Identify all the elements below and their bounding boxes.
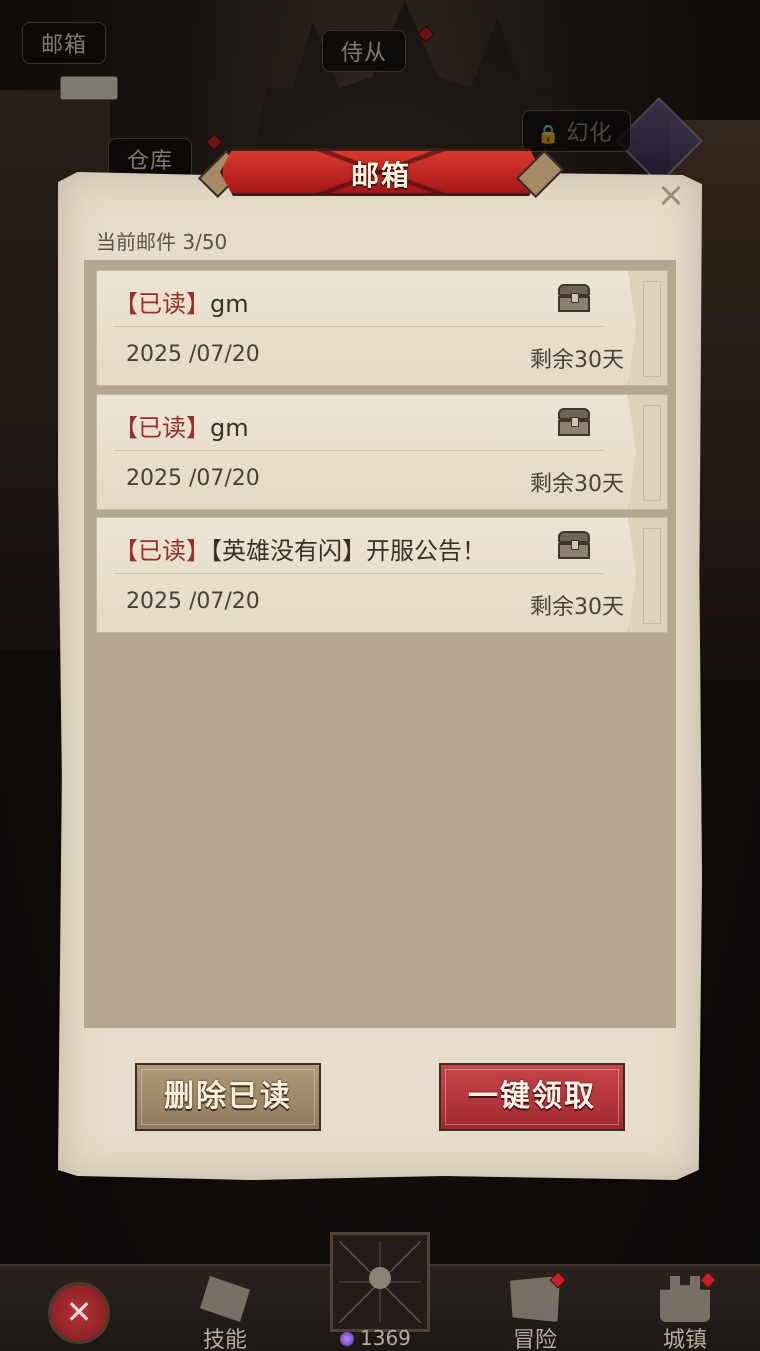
treasure-chest-icon	[558, 408, 590, 436]
read-status-tag: 【已读】	[114, 290, 210, 318]
mail-subject: 【已读】【英雄没有闪】开服公告！	[114, 531, 486, 566]
gem-counter: 1369	[340, 1326, 411, 1350]
delete-read-button[interactable]: 删除已读	[135, 1063, 321, 1131]
nav-skill-label: 技能	[202, 1328, 247, 1351]
mail-remaining-days: 剩余30天	[530, 472, 624, 497]
gem-icon	[340, 1332, 354, 1346]
mail-date: 2025 /07/20	[126, 342, 260, 367]
mail-item[interactable]: 【已读】gm 2025 /07/20 剩余30天	[96, 270, 668, 386]
mail-item[interactable]: 【已读】gm 2025 /07/20 剩余30天	[96, 394, 668, 510]
treasure-chest-icon	[558, 531, 590, 559]
close-button[interactable]: ×	[656, 178, 686, 212]
mail-remaining-days: 剩余30天	[530, 348, 624, 373]
read-status-tag: 【已读】	[114, 414, 210, 442]
nav-skill[interactable]: 技能	[170, 1266, 280, 1351]
nav-adventure[interactable]: 冒险	[480, 1266, 590, 1351]
nav-town[interactable]: 城镇	[630, 1266, 740, 1351]
mail-remaining-days: 剩余30天	[530, 595, 624, 620]
mail-divider	[114, 450, 604, 451]
center-skill-slot[interactable]	[330, 1232, 430, 1332]
gem-count-value: 1369	[360, 1326, 411, 1350]
cancel-button[interactable]: ✕	[48, 1282, 110, 1344]
mail-subject-text: gm	[210, 290, 249, 318]
claim-all-button[interactable]: 一键领取	[439, 1063, 625, 1131]
skull-icon	[369, 1267, 391, 1289]
title-banner: 邮箱	[197, 142, 565, 202]
mail-count-label: 当前邮件 3/50	[96, 230, 228, 254]
skill-scroll-icon	[200, 1276, 250, 1322]
read-status-tag: 【已读】	[114, 537, 210, 565]
mail-subject-text: gm	[210, 414, 249, 442]
mail-date: 2025 /07/20	[126, 589, 260, 614]
mail-subject: 【已读】gm	[114, 408, 249, 443]
mail-divider	[114, 573, 604, 574]
treasure-chest-icon	[558, 284, 590, 312]
nav-adventure-label: 冒险	[512, 1328, 557, 1351]
mail-date: 2025 /07/20	[126, 466, 260, 491]
nav-town-label: 城镇	[662, 1328, 707, 1351]
mail-divider	[114, 326, 604, 327]
mail-subject-text: 【英雄没有闪】开服公告！	[210, 537, 486, 565]
mail-item[interactable]: 【已读】【英雄没有闪】开服公告！ 2025 /07/20 剩余30天	[96, 517, 668, 633]
panel-title: 邮箱	[350, 159, 411, 192]
mail-subject: 【已读】gm	[114, 284, 249, 319]
